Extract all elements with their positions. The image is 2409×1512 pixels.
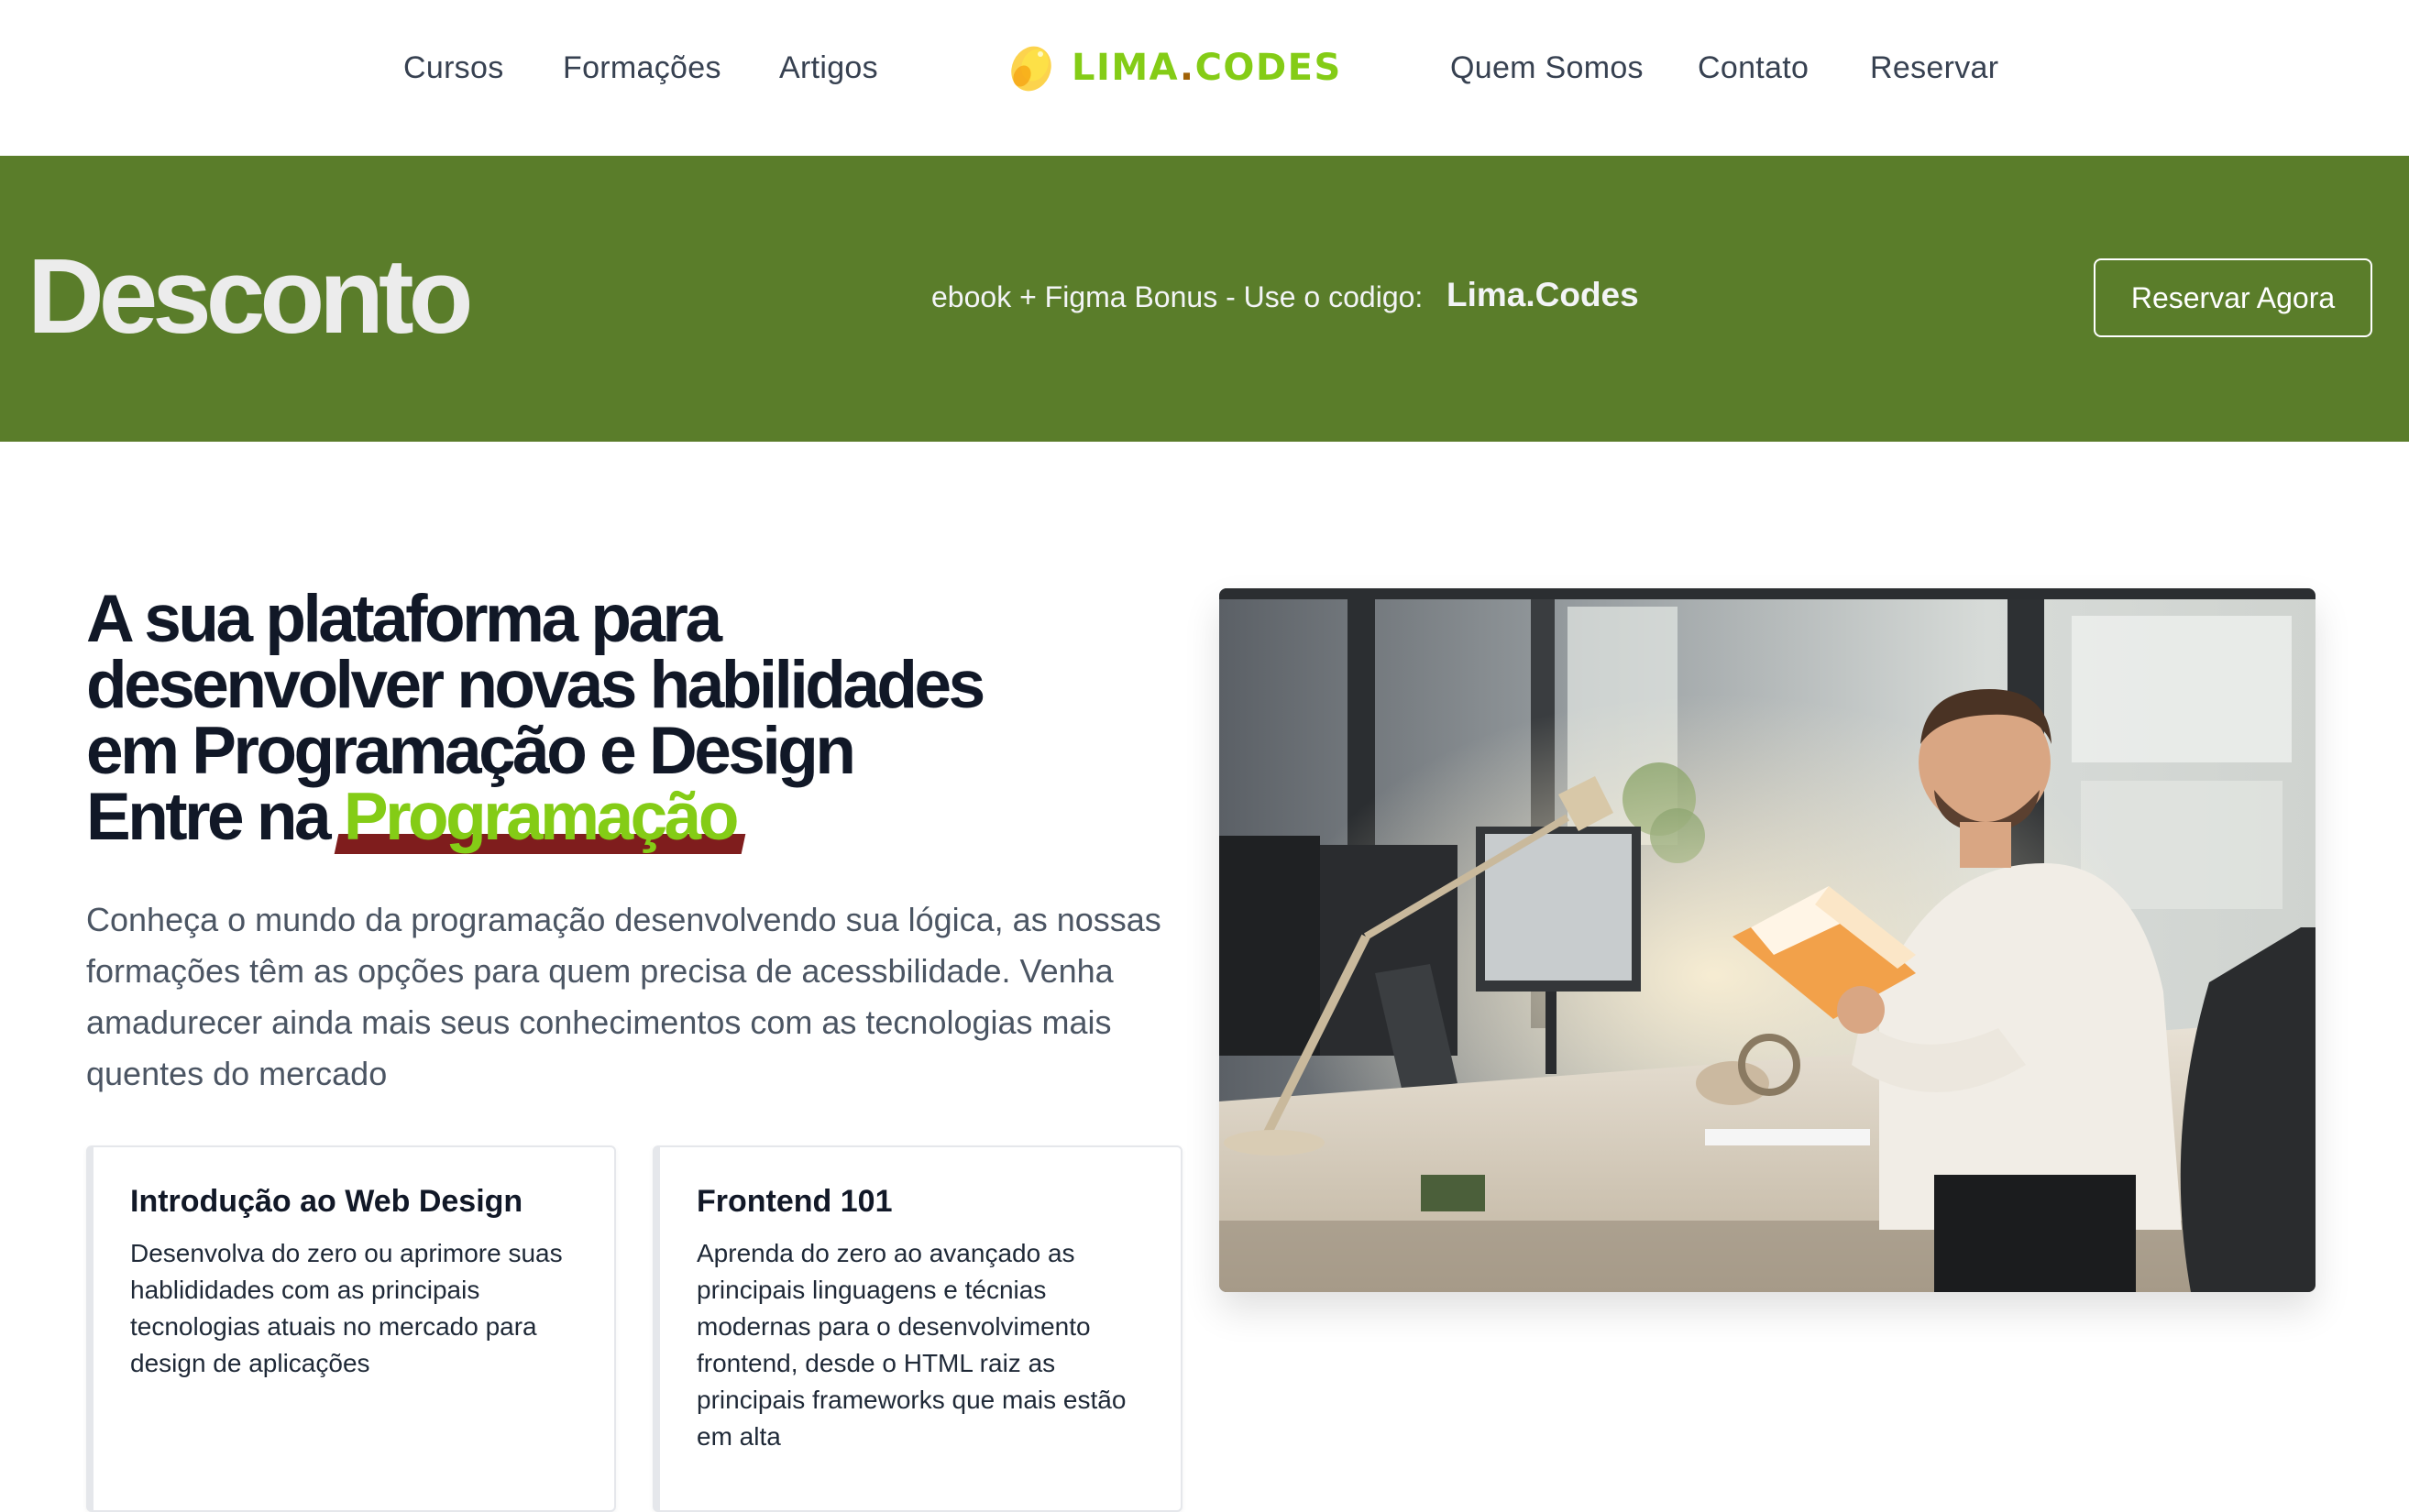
banner-offer-text: ebook + Figma Bonus - Use o codigo: (931, 280, 1424, 313)
hero-title-line: A sua plataforma para (86, 582, 722, 656)
course-card[interactable]: Frontend 101 Aprenda do zero ao avançado… (653, 1145, 1182, 1512)
hero-title-highlight: Programação (334, 783, 746, 854)
banner-title: Desconto (28, 236, 474, 356)
course-card-title: Introdução ao Web Design (130, 1184, 523, 1219)
nav-link-cursos[interactable]: Cursos (403, 48, 504, 88)
lemon-icon (1011, 46, 1051, 92)
nav-link-reservar[interactable]: Reservar (1870, 48, 1998, 88)
logo-wordmark: LIMA.CODES (1072, 47, 1342, 89)
hero-title-line: em Programação e Design (86, 714, 856, 788)
nav-link-quem-somos[interactable]: Quem Somos (1450, 48, 1644, 88)
hero-title-line: Entre na Programação (86, 783, 1150, 854)
hero-description: Conheça o mundo da programação desenvolv… (86, 901, 1161, 1092)
discount-code: Lima.Codes (1446, 276, 1639, 313)
course-card[interactable]: Introdução ao Web Design Desenvolva do z… (86, 1145, 616, 1512)
top-navigation: Cursos Formações Artigos LIMA.CODES Quem… (0, 0, 2409, 156)
reserve-now-button[interactable]: Reservar Agora (2094, 258, 2372, 337)
course-card-title: Frontend 101 (697, 1184, 893, 1219)
hero-title-line: desenvolver novas habilidades (86, 648, 985, 722)
nav-link-contato[interactable]: Contato (1698, 48, 1809, 88)
site-logo[interactable]: LIMA.CODES (1004, 40, 1342, 95)
man-reading-book-photo (1219, 588, 2316, 1292)
course-card-text: Aprenda do zero ao avançado as principai… (697, 1239, 1127, 1451)
hero-title-prefix: Entre na (86, 780, 332, 854)
nav-link-artigos[interactable]: Artigos (779, 48, 878, 88)
discount-banner: Desconto ebook + Figma Bonus - Use o cod… (0, 156, 2409, 442)
course-card-text: Desenvolva do zero ou aprimore suas habl… (130, 1239, 563, 1377)
nav-link-formacoes[interactable]: Formações (563, 48, 721, 88)
hero-photo (1219, 588, 2316, 1292)
hero-title: A sua plataforma para desenvolver novas … (86, 582, 1150, 854)
